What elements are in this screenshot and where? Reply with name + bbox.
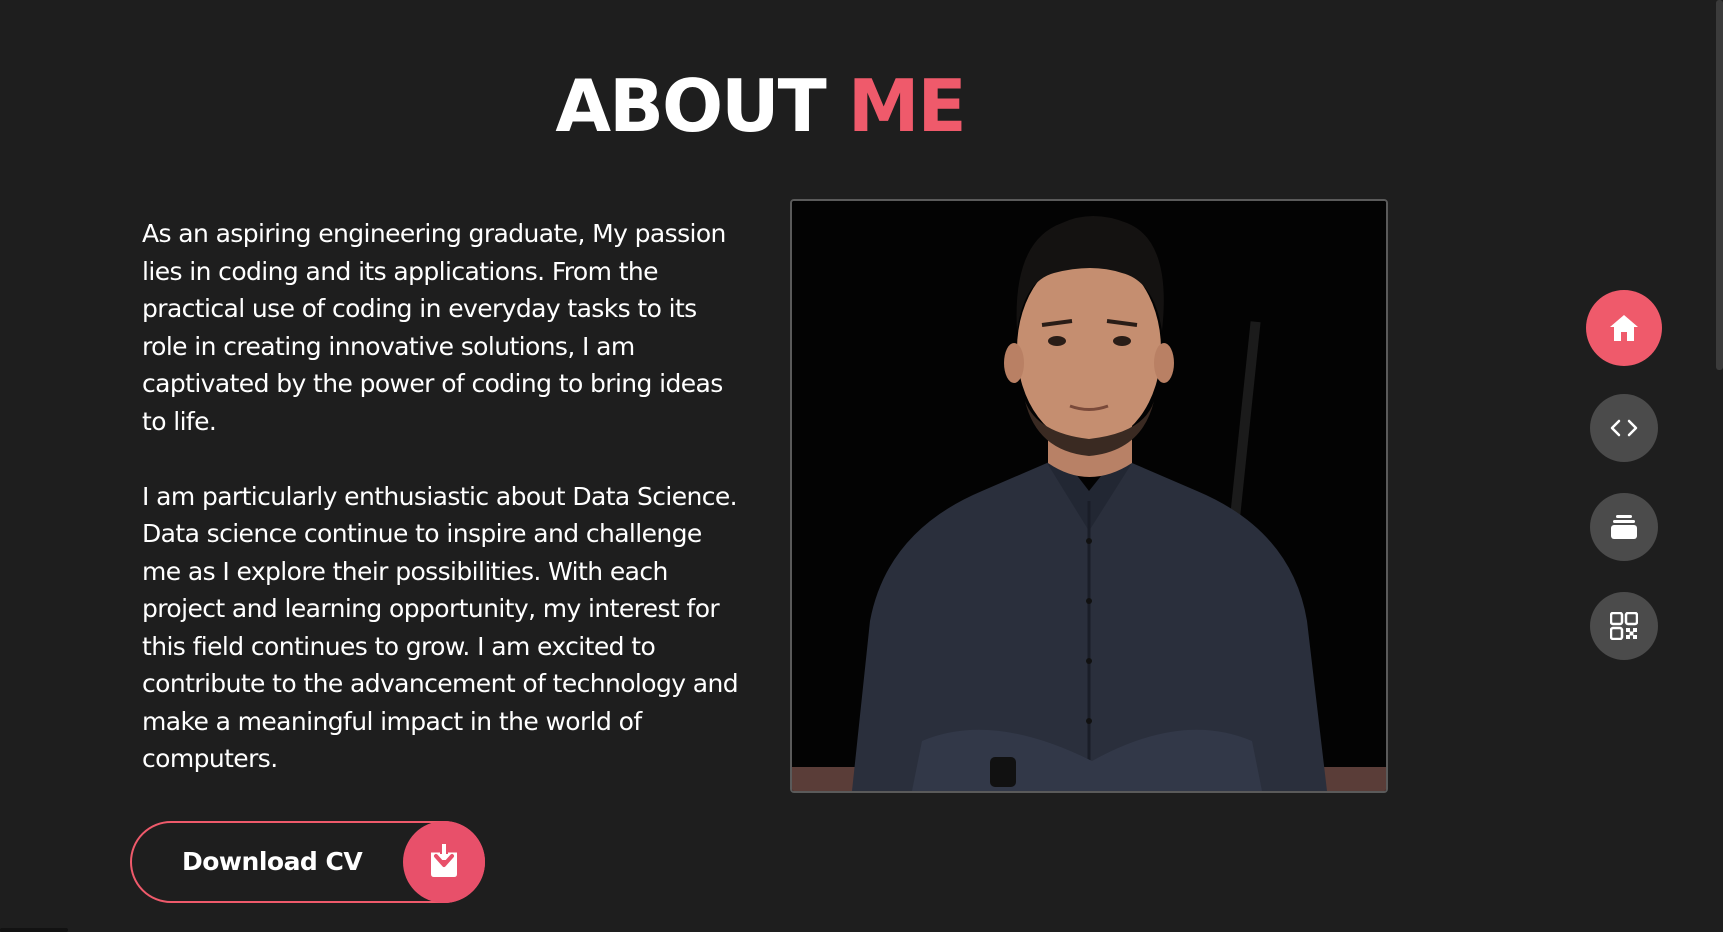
home-icon [1610, 315, 1638, 341]
about-paragraph-2: I am particularly enthusiastic about Dat… [142, 481, 739, 774]
nav-contact-button[interactable] [1590, 592, 1658, 660]
qr-code-icon [1610, 612, 1638, 640]
scrollbar[interactable] [1716, 0, 1723, 370]
about-section: ABOUT ME As an aspiring engineering grad… [0, 0, 1723, 932]
profile-photo-illustration [792, 201, 1386, 791]
title-word-me: ME [847, 64, 967, 148]
title-word-about: ABOUT [555, 64, 826, 148]
corner-divider [0, 928, 68, 932]
stack-icon [1611, 515, 1637, 539]
section-title: ABOUT ME [0, 62, 1520, 150]
about-paragraph-1: As an aspiring engineering graduate, My … [142, 219, 726, 436]
code-icon [1610, 419, 1638, 437]
download-icon [403, 821, 485, 903]
download-cv-button[interactable]: Download CV [130, 821, 485, 903]
nav-projects-button[interactable] [1590, 493, 1658, 561]
profile-photo [790, 199, 1388, 793]
download-cv-label: Download CV [182, 847, 363, 876]
nav-code-button[interactable] [1590, 394, 1658, 462]
nav-home-button[interactable] [1586, 290, 1662, 366]
about-text: As an aspiring engineering graduate, My … [142, 215, 742, 815]
